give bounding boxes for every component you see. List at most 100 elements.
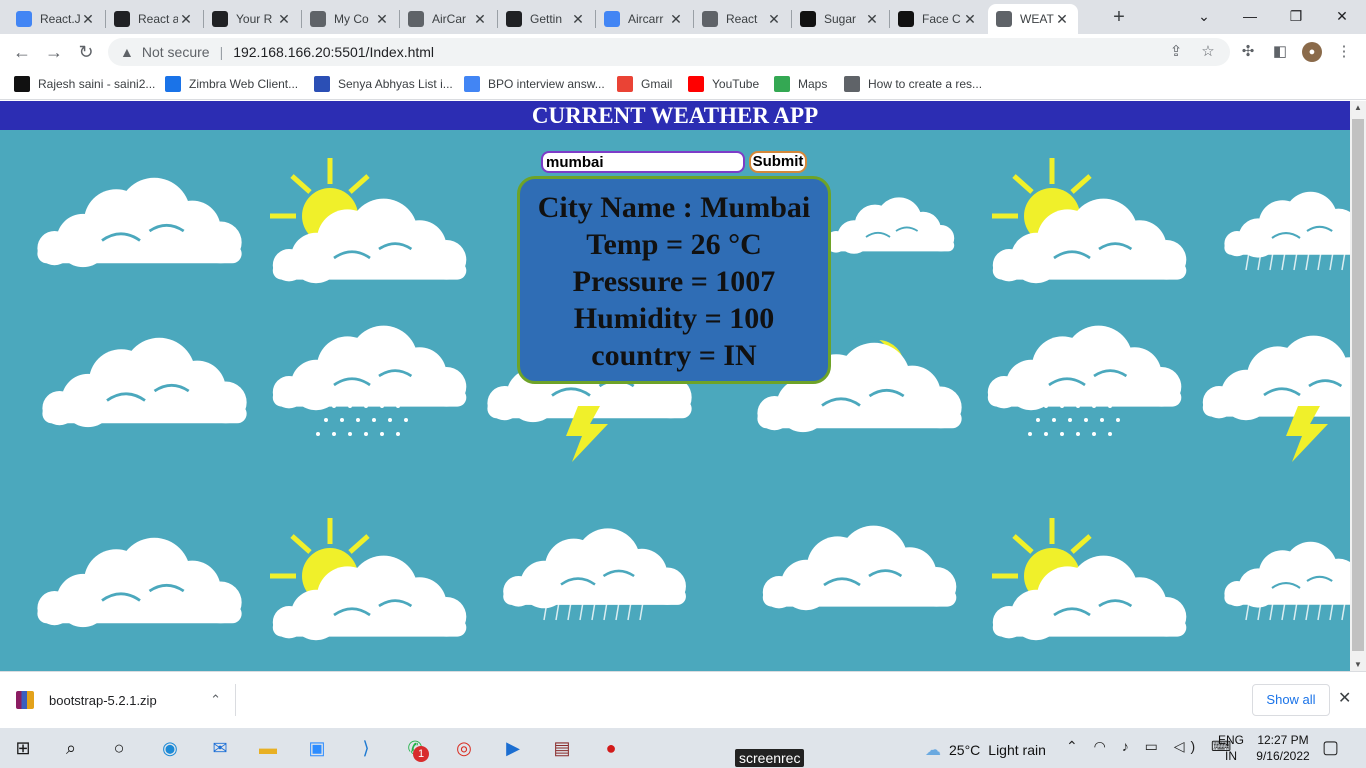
tab-title[interactable]: Face C: [922, 12, 962, 26]
tab-close-icon[interactable]: ✕: [472, 11, 488, 28]
bookmark-item[interactable]: Senya Abhyas List i...: [314, 76, 453, 92]
notification-center-icon[interactable]: ▢: [1322, 737, 1339, 758]
tab-title[interactable]: React: [726, 12, 766, 26]
bookmark-label[interactable]: Maps: [798, 77, 827, 91]
scroll-up-icon[interactable]: ▲: [1354, 103, 1362, 112]
maximize-button[interactable]: ❐: [1276, 4, 1316, 28]
tab-close-icon[interactable]: ✕: [570, 11, 586, 28]
cortana-icon[interactable]: ○: [106, 735, 132, 761]
weather-temp[interactable]: 25°C: [949, 742, 980, 758]
region-code[interactable]: IN: [1218, 748, 1244, 764]
tab-close-icon[interactable]: ✕: [668, 11, 684, 28]
flag-app-icon[interactable]: ●: [598, 735, 624, 761]
extensions-icon[interactable]: ✣: [1238, 42, 1258, 62]
bookmark-item[interactable]: How to create a res...: [844, 76, 982, 92]
share-icon[interactable]: ⇪: [1166, 42, 1186, 62]
zoom-icon[interactable]: ▣: [304, 735, 330, 761]
download-item[interactable]: bootstrap-5.2.1.zip ⌃: [16, 684, 236, 716]
browser-tab[interactable]: Aircarr ✕: [596, 4, 692, 34]
warning-icon[interactable]: ▲: [120, 44, 134, 60]
time-text[interactable]: 12:27 PM: [1254, 732, 1312, 748]
forward-icon[interactable]: →: [42, 40, 66, 64]
submit-button[interactable]: Submit: [749, 151, 807, 173]
scrollbar-thumb[interactable]: [1352, 119, 1364, 651]
menu-icon[interactable]: ⋮: [1334, 42, 1354, 62]
bookmark-item[interactable]: Gmail: [617, 76, 672, 92]
tab-title[interactable]: Your R: [236, 12, 276, 26]
profile-avatar[interactable]: ●: [1302, 42, 1322, 62]
bookmark-label[interactable]: How to create a res...: [868, 77, 982, 91]
search-icon[interactable]: ⌕: [58, 735, 84, 761]
security-label[interactable]: Not secure: [142, 44, 210, 60]
winrar-icon[interactable]: ▤: [549, 735, 575, 761]
browser-tab[interactable]: Sugar ✕: [792, 4, 888, 34]
system-tray-icons[interactable]: ⌃ ◠ ♪ ▭ ◁) ⌨: [1066, 738, 1237, 755]
browser-tab[interactable]: React.J ✕: [8, 4, 104, 34]
browser-tab[interactable]: Your R ✕: [204, 4, 300, 34]
download-filename[interactable]: bootstrap-5.2.1.zip: [49, 693, 157, 708]
windows-start-icon[interactable]: ⊞: [10, 735, 36, 761]
bookmark-label[interactable]: BPO interview answ...: [488, 77, 605, 91]
browser-tab[interactable]: AirCar ✕: [400, 4, 496, 34]
bookmark-label[interactable]: Gmail: [641, 77, 672, 91]
bookmark-label[interactable]: YouTube: [712, 77, 759, 91]
vscode-icon[interactable]: ⟩: [353, 735, 379, 761]
tab-title[interactable]: Aircarr: [628, 12, 668, 26]
tab-title[interactable]: WEATH: [1020, 12, 1054, 26]
bookmark-label[interactable]: Rajesh saini - saini2...: [38, 77, 155, 91]
tab-close-icon[interactable]: ✕: [864, 11, 880, 28]
tab-close-icon[interactable]: ✕: [374, 11, 390, 28]
bookmark-item[interactable]: BPO interview answ...: [464, 76, 605, 92]
clock[interactable]: 12:27 PM 9/16/2022: [1254, 732, 1312, 764]
date-text[interactable]: 9/16/2022: [1254, 748, 1312, 764]
tab-close-icon[interactable]: ✕: [80, 11, 96, 28]
close-window-button[interactable]: ✕: [1322, 4, 1362, 28]
chrome-icon[interactable]: ◎: [451, 735, 477, 761]
weather-widget[interactable]: ☁ 25°C Light rain: [925, 740, 1046, 760]
omnibox[interactable]: ▲ Not secure | 192.168.166.20:5501/Index…: [108, 38, 1230, 66]
tab-title[interactable]: Gettin: [530, 12, 570, 26]
bookmark-item[interactable]: YouTube: [688, 76, 759, 92]
close-icon[interactable]: ✕: [1338, 688, 1351, 708]
tab-title[interactable]: My Co: [334, 12, 374, 26]
side-panel-icon[interactable]: ◧: [1270, 42, 1290, 62]
language-indicator[interactable]: ENG IN: [1218, 732, 1244, 764]
minimize-button[interactable]: —: [1230, 4, 1270, 28]
weather-desc[interactable]: Light rain: [988, 742, 1046, 758]
lang-code[interactable]: ENG: [1218, 732, 1244, 748]
tab-title[interactable]: React.J: [40, 12, 80, 26]
mail-icon[interactable]: ✉: [207, 735, 233, 761]
file-explorer-icon[interactable]: ▬: [255, 735, 281, 761]
tab-title[interactable]: AirCar: [432, 12, 472, 26]
bookmark-label[interactable]: Zimbra Web Client...: [189, 77, 298, 91]
video-player-icon[interactable]: ▶: [500, 735, 526, 761]
city-search-input[interactable]: [541, 151, 745, 173]
bookmark-star-icon[interactable]: ☆: [1198, 42, 1218, 62]
show-all-button[interactable]: Show all: [1252, 684, 1330, 716]
browser-tab[interactable]: WEATH✕: [988, 4, 1078, 34]
reload-icon[interactable]: ↻: [74, 40, 98, 64]
tab-close-icon[interactable]: ✕: [962, 11, 978, 28]
back-icon[interactable]: ←: [10, 40, 34, 64]
bookmark-label[interactable]: Senya Abhyas List i...: [338, 77, 453, 91]
browser-tab[interactable]: Face C ✕: [890, 4, 986, 34]
tab-close-icon[interactable]: ✕: [178, 11, 194, 28]
browser-tab[interactable]: React ✕: [694, 4, 790, 34]
browser-tab[interactable]: My Co ✕: [302, 4, 398, 34]
browser-tab[interactable]: React a ✕: [106, 4, 202, 34]
chevron-up-icon[interactable]: ⌃: [210, 692, 221, 708]
tab-search-icon[interactable]: ⌄: [1184, 4, 1224, 28]
bookmark-item[interactable]: Rajesh saini - saini2...: [14, 76, 155, 92]
browser-tab[interactable]: Gettin ✕: [498, 4, 594, 34]
tab-title[interactable]: React a: [138, 12, 178, 26]
tab-close-icon[interactable]: ✕: [1054, 11, 1070, 28]
scroll-down-icon[interactable]: ▼: [1354, 660, 1362, 669]
url-text[interactable]: 192.168.166.20:5501/Index.html: [233, 44, 434, 60]
edge-icon[interactable]: ◉: [157, 735, 183, 761]
vertical-scrollbar[interactable]: ▲ ▼: [1350, 101, 1366, 671]
new-tab-button[interactable]: +: [1108, 6, 1130, 28]
bookmark-item[interactable]: Maps: [774, 76, 827, 92]
tab-title[interactable]: Sugar: [824, 12, 864, 26]
tab-close-icon[interactable]: ✕: [766, 11, 782, 28]
tab-close-icon[interactable]: ✕: [276, 11, 292, 28]
